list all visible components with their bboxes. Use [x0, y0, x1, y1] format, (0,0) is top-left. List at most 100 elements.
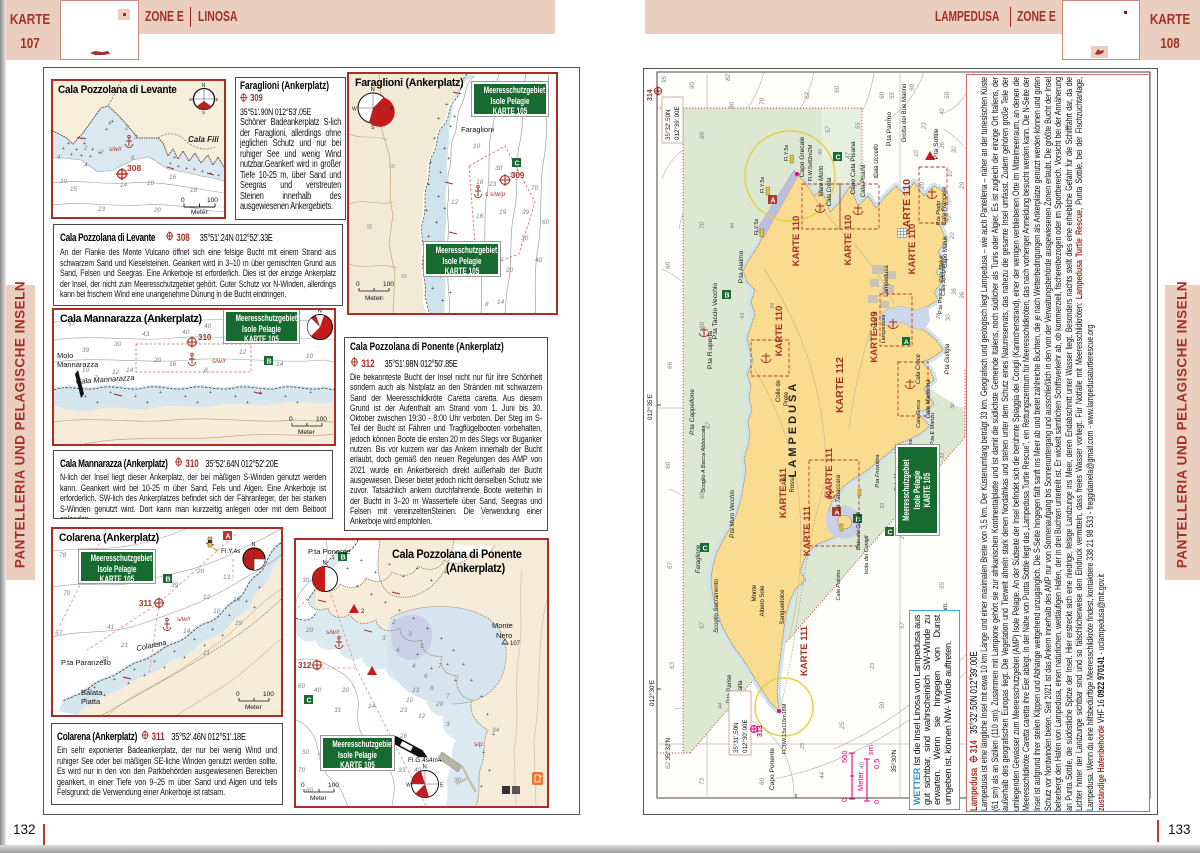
svg-text:N: N	[318, 310, 322, 315]
svg-text:KARTE 109: KARTE 109	[869, 311, 880, 362]
svg-text:100: 100	[207, 197, 218, 204]
svg-text:10: 10	[473, 143, 481, 150]
svg-text:36: 36	[952, 288, 958, 295]
svg-text:Sanguedolce: Sanguedolce	[780, 589, 786, 625]
svg-text:25: 25	[800, 742, 806, 750]
svg-text:B: B	[267, 359, 272, 366]
svg-text:+: +	[374, 570, 377, 576]
svg-text:3: 3	[134, 134, 138, 141]
svg-text:+: +	[91, 147, 94, 153]
svg-text:Meter: Meter	[310, 795, 327, 802]
svg-text:+: +	[185, 166, 188, 172]
svg-text:107: 107	[510, 641, 521, 647]
svg-text:+: +	[253, 605, 256, 611]
svg-text:62: 62	[804, 91, 811, 99]
svg-text:Monte: Monte	[752, 584, 758, 601]
svg-text:30: 30	[495, 165, 503, 172]
svg-text:P.ta Cappellone: P.ta Cappellone	[689, 389, 696, 435]
svg-text:60: 60	[306, 787, 314, 794]
svg-text:Lampedusa: Lampedusa	[884, 265, 890, 297]
svg-text:16: 16	[169, 361, 177, 368]
svg-text:+: +	[488, 768, 491, 774]
svg-text:35°31'.50N: 35°31'.50N	[733, 723, 740, 754]
svg-text:70: 70	[699, 221, 706, 229]
svg-text:10: 10	[60, 178, 68, 185]
svg-text:28: 28	[936, 312, 942, 320]
svg-text:43: 43	[740, 312, 746, 319]
svg-text:P.ta Alaimo: P.ta Alaimo	[738, 250, 745, 283]
svg-text:4: 4	[412, 663, 416, 670]
svg-text:82: 82	[725, 73, 732, 81]
svg-text:29: 29	[959, 181, 966, 190]
svg-text:41: 41	[107, 624, 115, 631]
svg-text:+: +	[228, 613, 231, 619]
svg-text:8: 8	[485, 301, 489, 308]
svg-text:KARTE 110: KARTE 110	[774, 306, 785, 357]
svg-text:+: +	[427, 182, 430, 188]
svg-text:50: 50	[879, 701, 886, 709]
svg-text:13: 13	[412, 687, 420, 694]
svg-text:35°30'N: 35°30'N	[890, 749, 898, 772]
svg-text:73: 73	[699, 777, 706, 785]
svg-text:+: +	[425, 208, 428, 214]
svg-text:+: +	[416, 652, 419, 658]
svg-text:+: +	[258, 585, 261, 591]
svg-text:Grotta del Bue Marino: Grotta del Bue Marino	[902, 83, 908, 142]
svg-text:16: 16	[169, 174, 177, 181]
svg-text:23: 23	[870, 662, 876, 670]
svg-text:+: +	[482, 750, 485, 756]
svg-text:s/w/r: s/w/r	[326, 629, 341, 636]
svg-text:+: +	[454, 678, 457, 684]
svg-text:+: +	[184, 394, 187, 400]
svg-text:50: 50	[909, 83, 916, 91]
svg-text:44: 44	[718, 703, 724, 709]
svg-text:3: 3	[408, 631, 412, 638]
svg-text:+: +	[134, 394, 137, 400]
svg-text:P.ta Guitgia: P.ta Guitgia	[945, 343, 951, 374]
svg-text:+: +	[143, 673, 146, 679]
svg-text:+: +	[412, 616, 415, 622]
svg-text:47: 47	[846, 152, 852, 159]
svg-text:12: 12	[203, 594, 211, 601]
svg-text:KARTE 111: KARTE 111	[778, 467, 789, 518]
svg-text:70: 70	[63, 590, 71, 597]
svg-text:+: +	[146, 400, 149, 406]
svg-text:+: +	[446, 662, 449, 668]
svg-text:36: 36	[959, 291, 966, 299]
svg-text:Mannarazza: Mannarazza	[57, 360, 99, 369]
svg-text:Albero Sole: Albero Sole	[760, 585, 766, 617]
svg-text:3: 3	[382, 635, 386, 642]
svg-text:+: +	[201, 169, 204, 175]
svg-text:+: +	[217, 173, 220, 179]
svg-text:Baia dei Conigli: Baia dei Conigli	[856, 511, 862, 550]
svg-text:3: 3	[446, 721, 450, 728]
svg-text:Cala Pulcino: Cala Pulcino	[836, 570, 842, 601]
svg-text:36: 36	[509, 173, 516, 179]
svg-text:+: +	[203, 643, 206, 649]
svg-text:N: N	[323, 561, 327, 567]
svg-text:Scoglio A Bacca Abboccata: Scoglio A Bacca Abboccata	[701, 426, 707, 493]
svg-text:+: +	[360, 558, 363, 564]
svg-text:30: 30	[946, 314, 952, 321]
svg-text:18: 18	[190, 187, 198, 194]
svg-text:31: 31	[334, 707, 342, 714]
svg-text:60: 60	[542, 219, 550, 226]
svg-text:012°30'E: 012°30'E	[648, 679, 656, 706]
svg-text:A: A	[904, 339, 909, 346]
svg-text:+: +	[384, 600, 387, 606]
svg-text:4: 4	[84, 162, 88, 169]
svg-text:57: 57	[899, 621, 906, 629]
svg-text:0: 0	[301, 782, 305, 789]
svg-text:+: +	[430, 666, 433, 672]
svg-text:50: 50	[944, 91, 951, 99]
svg-text:60: 60	[759, 777, 766, 785]
svg-text:C: C	[888, 530, 893, 537]
svg-text:+: +	[80, 153, 83, 159]
svg-text:2: 2	[99, 149, 104, 156]
svg-text:0: 0	[289, 416, 293, 423]
svg-text:+: +	[103, 693, 106, 699]
svg-text:40: 40	[314, 687, 322, 694]
svg-text:34: 34	[492, 727, 500, 734]
svg-text:+: +	[416, 566, 419, 572]
svg-text:20: 20	[435, 701, 444, 708]
